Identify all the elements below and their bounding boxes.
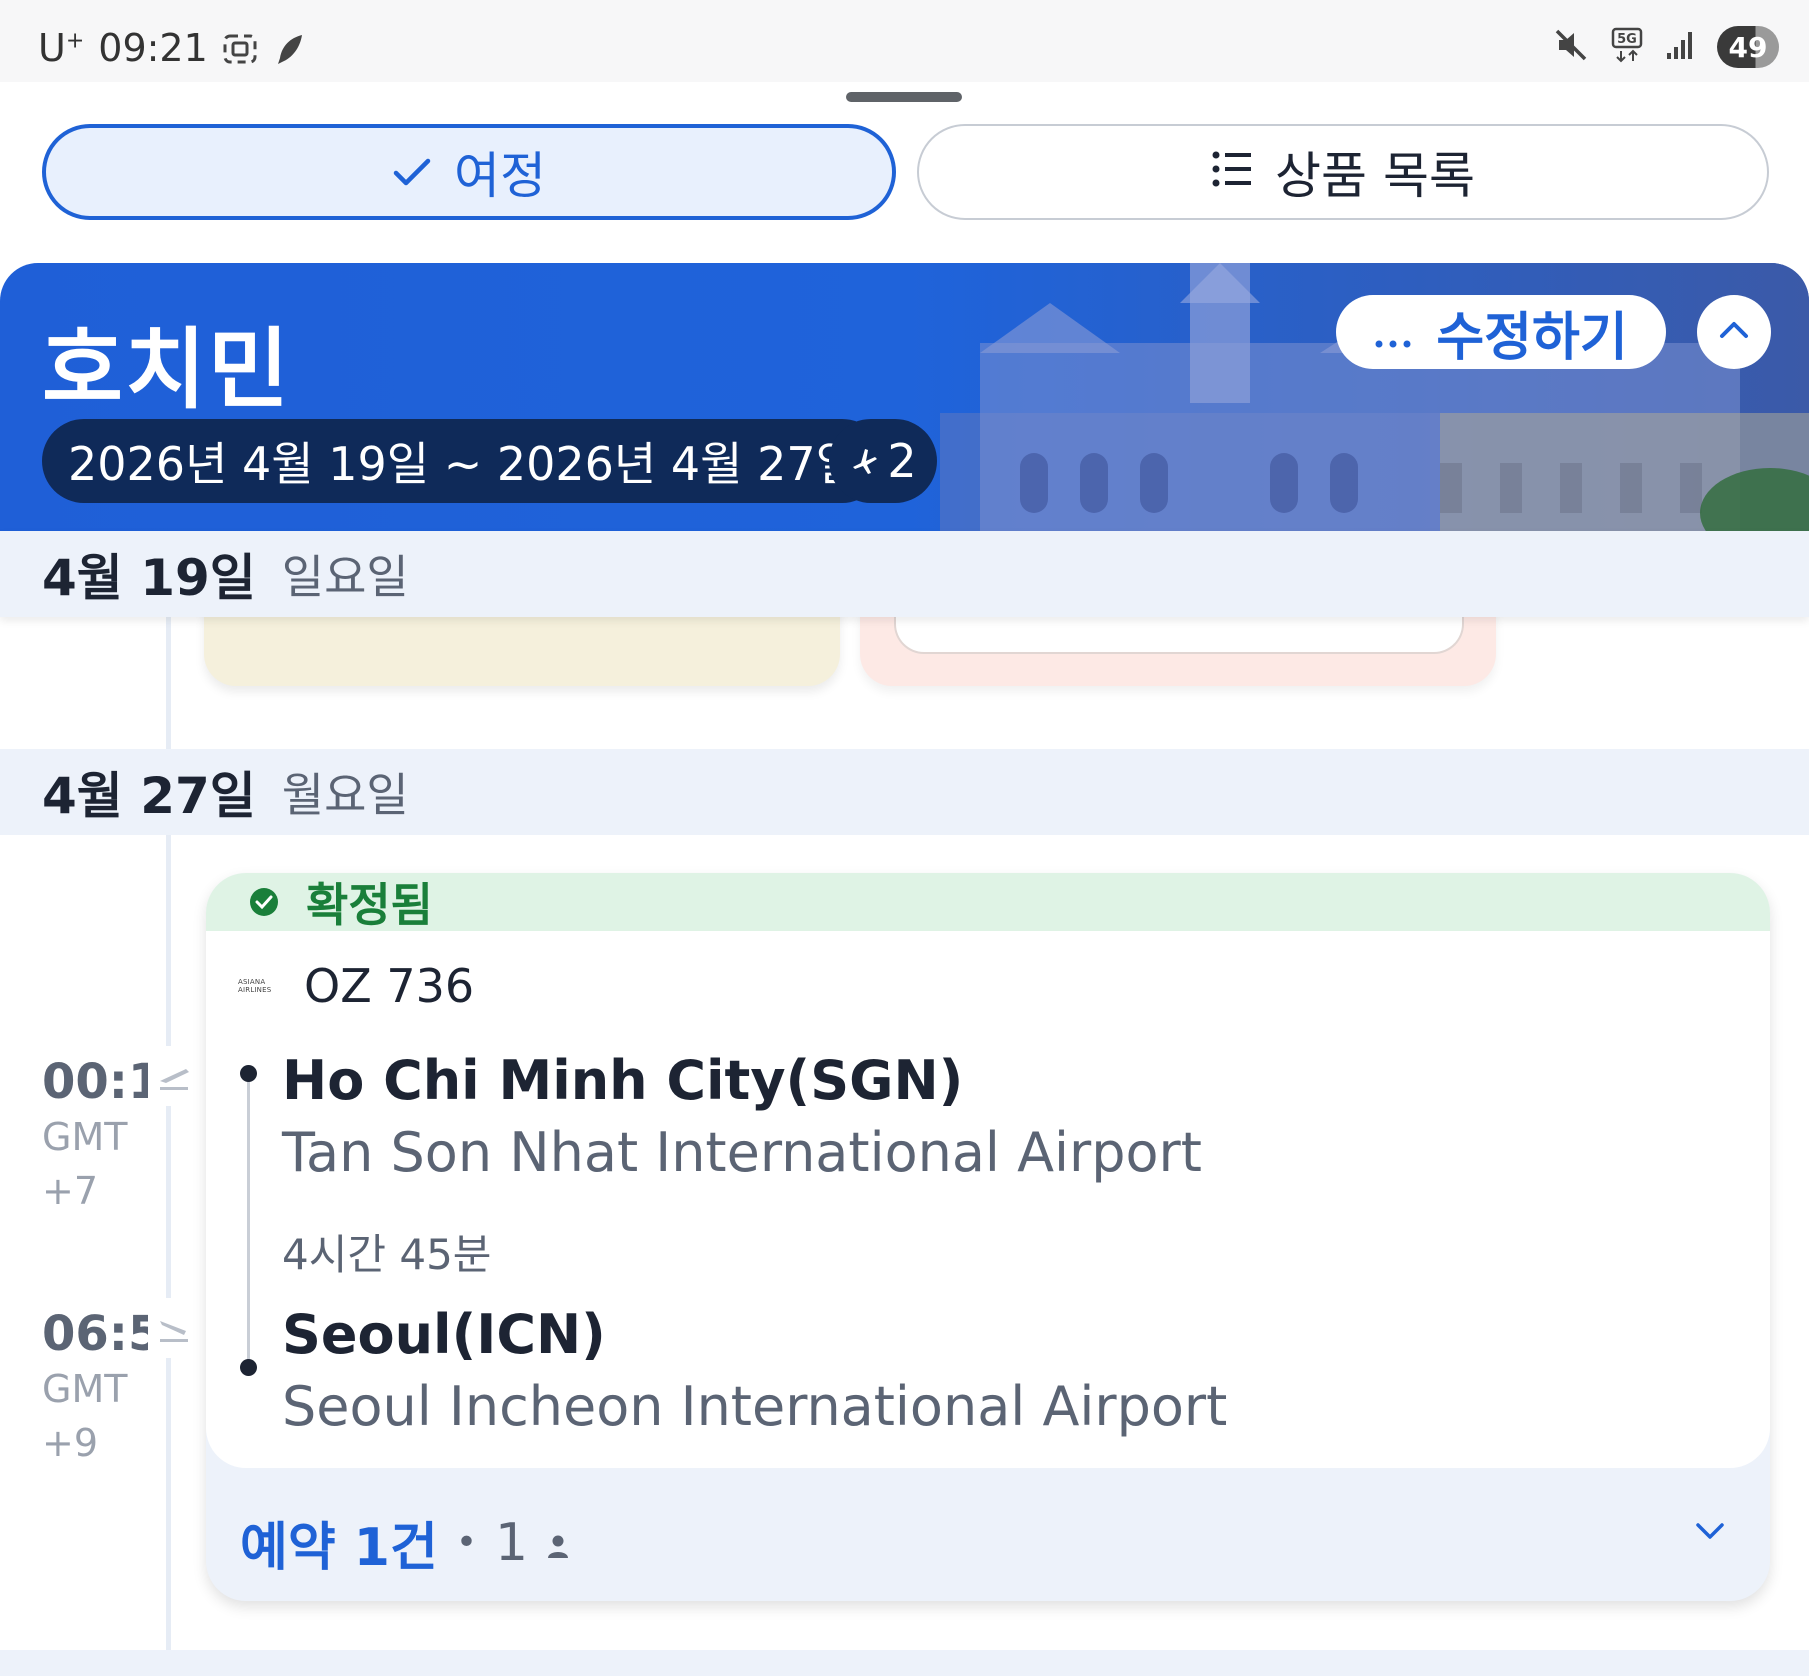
route-line: [247, 1073, 250, 1369]
day-weekday: 월요일: [281, 768, 409, 822]
collapse-header-button[interactable]: [1697, 295, 1771, 369]
battery-indicator: 49: [1717, 26, 1779, 68]
person-icon: [546, 1513, 570, 1573]
airplane-icon: [849, 434, 881, 488]
feather-icon: [272, 31, 308, 65]
carrier-label: U+: [38, 26, 85, 70]
screenshot-icon: [222, 31, 258, 65]
sheet-drag-handle[interactable]: [846, 92, 962, 102]
expand-booking-button[interactable]: [1690, 1513, 1730, 1553]
departure-city: Ho Chi Minh City(SGN): [282, 1049, 964, 1112]
arrival-timezone: GMT: [42, 1367, 128, 1411]
trip-date-range: 2026년 4월 19일 ~ 2026년 4월 27일: [42, 419, 884, 503]
arrival-time: 06:55: [42, 1306, 152, 1362]
arrival-dot: [240, 1359, 257, 1376]
check-icon: [392, 143, 432, 201]
mute-icon: [1553, 27, 1589, 67]
destination-title: 호치민: [42, 318, 291, 421]
clock: 09:21: [98, 26, 208, 70]
airline-logo: ASIANA AIRLINES: [238, 978, 272, 994]
departure-timezone: GMT: [42, 1115, 128, 1159]
flight-count: 2: [887, 434, 917, 488]
signal-icon: [1665, 29, 1695, 65]
booking-count-label: 예약 1건: [240, 1518, 438, 1578]
departure-dot: [240, 1065, 257, 1082]
day-header: 4월 19일 일요일: [0, 531, 1809, 617]
departure-time-block: 00:10 GMT +7: [42, 1054, 152, 1218]
flight-card[interactable]: 확정됨 ASIANA AIRLINES OZ 736 Ho Chi Minh C…: [206, 873, 1770, 1601]
flight-duration: 4시간 45분: [282, 1230, 492, 1279]
list-icon: [1211, 143, 1253, 201]
edit-trip-label: 수정하기: [1436, 307, 1628, 368]
airline-row: ASIANA AIRLINES OZ 736: [238, 959, 474, 1013]
arrival-city: Seoul(ICN): [282, 1303, 606, 1366]
flight-card-details[interactable]: 확정됨 ASIANA AIRLINES OZ 736 Ho Chi Minh C…: [206, 873, 1770, 1468]
flight-count-badge: 2: [829, 419, 937, 503]
confirmed-check-icon: [250, 888, 278, 916]
day-date: 4월 27일: [42, 767, 256, 825]
arrival-timezone-offset: +9: [42, 1421, 99, 1465]
status-banner: 확정됨: [206, 873, 1770, 932]
more-icon: [1374, 302, 1412, 362]
tab-products[interactable]: 상품 목록: [917, 124, 1769, 220]
5g-icon: 5G: [1611, 27, 1643, 67]
landing-icon: [148, 1298, 200, 1358]
day-header: 4월 27일 월요일: [0, 749, 1809, 835]
status-label: 확정됨: [306, 878, 433, 932]
chevron-down-icon: [1695, 1522, 1725, 1544]
chevron-up-icon: [1718, 320, 1750, 344]
tab-itinerary[interactable]: 여정: [42, 124, 896, 220]
booking-separator: •: [455, 1522, 478, 1563]
day-header-peek: [0, 1650, 1809, 1676]
edit-trip-button[interactable]: 수정하기: [1336, 295, 1666, 369]
departure-timezone-offset: +7: [42, 1169, 99, 1213]
day-weekday: 일요일: [281, 550, 409, 604]
departure-airport: Tan Son Nhat International Airport: [282, 1121, 1202, 1184]
booking-summary[interactable]: 예약 1건 • 1: [240, 1505, 570, 1580]
trip-header-banner: 호치민 2026년 4월 19일 ~ 2026년 4월 27일 2 수정하기: [0, 263, 1809, 531]
tab-products-label: 상품 목록: [1275, 147, 1475, 205]
arrival-time-block: 06:55 GMT +9: [42, 1306, 152, 1470]
status-bar-left: U+ 09:21: [38, 26, 308, 70]
svg-text:5G: 5G: [1617, 32, 1637, 47]
tab-itinerary-label: 여정: [454, 147, 546, 205]
departure-time: 00:10: [42, 1054, 152, 1110]
day-date: 4월 19일: [42, 549, 256, 607]
status-bar-right: 5G 49: [1553, 26, 1779, 68]
flight-number: OZ 736: [304, 959, 475, 1013]
status-bar: U+ 09:21 5G 49: [0, 0, 1809, 82]
traveler-count: 1: [495, 1512, 529, 1573]
takeoff-icon: [148, 1046, 200, 1106]
arrival-airport: Seoul Incheon International Airport: [282, 1375, 1228, 1438]
